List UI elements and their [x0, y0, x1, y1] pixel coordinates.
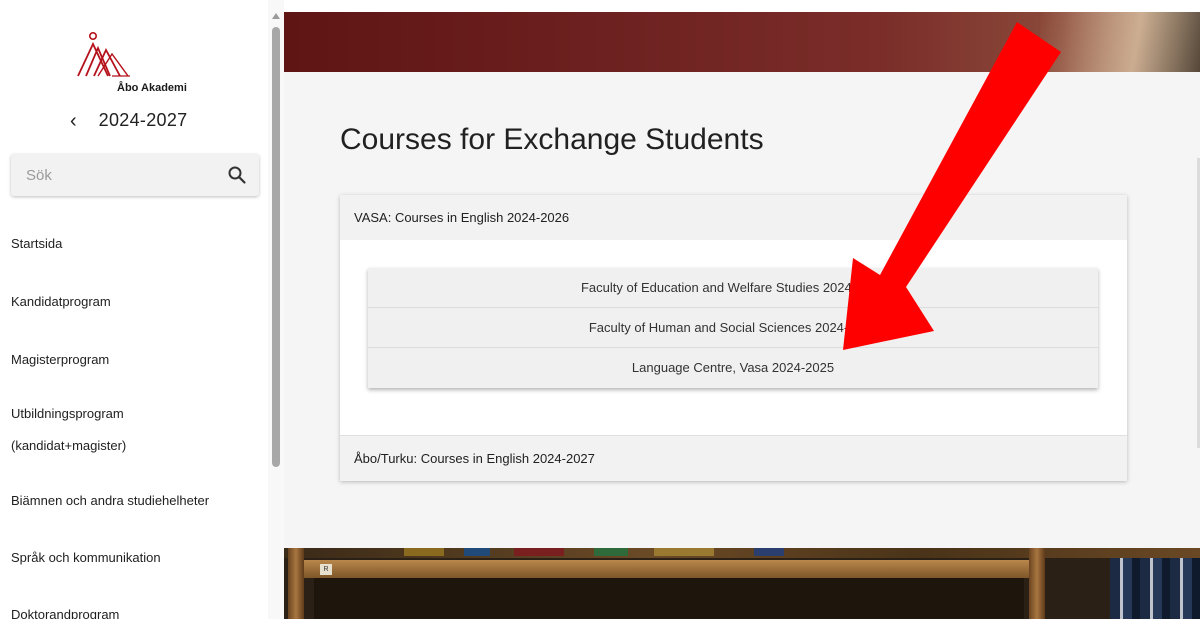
page-title: Courses for Exchange Students: [340, 123, 764, 156]
abo-akademi-logo[interactable]: Åbo Akademi: [76, 30, 206, 96]
sidebar-scrollbar[interactable]: [268, 0, 284, 619]
content-area: Courses for Exchange Students VASA: Cour…: [284, 72, 1200, 548]
shelf-label: R: [320, 564, 332, 575]
shelf-post: [1029, 548, 1045, 619]
book-spine: [404, 548, 444, 556]
book-spine: [594, 548, 628, 556]
shelf-board: [304, 560, 1029, 578]
main-content: Courses for Exchange Students VASA: Cour…: [284, 0, 1200, 619]
sidebar-item-utbildningsprogram[interactable]: Utbildningsprogram: [11, 400, 124, 428]
sidebar-item-doktorandprogram[interactable]: Doktorandprogram: [11, 601, 119, 619]
book-spine: [464, 548, 490, 556]
shelf-shadow: [314, 578, 1024, 619]
sidebar-item-startsida[interactable]: Startsida: [11, 230, 62, 258]
book-spine: [514, 548, 564, 556]
book-spine: [654, 548, 714, 556]
course-accordion: VASA: Courses in English 2024-2026 Facul…: [340, 195, 1127, 481]
logo-text: Åbo Akademi: [117, 82, 187, 94]
accordion-panel-vasa: Faculty of Education and Welfare Studies…: [340, 240, 1127, 436]
book-stack-right: [1110, 558, 1200, 619]
bookshelf-image: R: [284, 548, 1200, 619]
sidebar-item-magisterprogram[interactable]: Magisterprogram: [11, 346, 109, 374]
faculty-list: Faculty of Education and Welfare Studies…: [368, 268, 1098, 388]
faculty-human-social-link[interactable]: Faculty of Human and Social Sciences 202…: [368, 308, 1098, 348]
sidebar-item-kandidatprogram[interactable]: Kandidatprogram: [11, 288, 111, 316]
search-icon[interactable]: [227, 165, 247, 185]
sidebar-item-utbildningsprogram-sub[interactable]: (kandidat+magister): [11, 432, 126, 460]
year-label: 2024-2027: [98, 110, 188, 130]
scrollbar-thumb[interactable]: [272, 27, 280, 467]
scroll-up-arrow-icon[interactable]: [272, 13, 280, 19]
book-spine: [754, 548, 784, 556]
year-selector: ‹ 2024-2027: [70, 110, 187, 131]
chevron-left-icon[interactable]: ‹: [70, 111, 77, 131]
search-input[interactable]: [11, 154, 211, 196]
sidebar: Åbo Akademi ‹ 2024-2027 Startsida Kandid…: [0, 0, 268, 619]
sidebar-item-sprak[interactable]: Språk och kommunikation: [11, 544, 161, 572]
language-centre-vasa-link[interactable]: Language Centre, Vasa 2024-2025: [368, 348, 1098, 388]
shelf-post: [288, 548, 304, 619]
accordion-header-abo-turku[interactable]: Åbo/Turku: Courses in English 2024-2027: [340, 436, 1127, 481]
faculty-education-welfare-link[interactable]: Faculty of Education and Welfare Studies…: [368, 268, 1098, 308]
search-box: [11, 154, 259, 196]
header-banner-image: [284, 12, 1200, 72]
accordion-header-vasa[interactable]: VASA: Courses in English 2024-2026: [340, 195, 1127, 240]
sidebar-item-biamnen[interactable]: Biämnen och andra studiehelheter: [11, 487, 209, 515]
